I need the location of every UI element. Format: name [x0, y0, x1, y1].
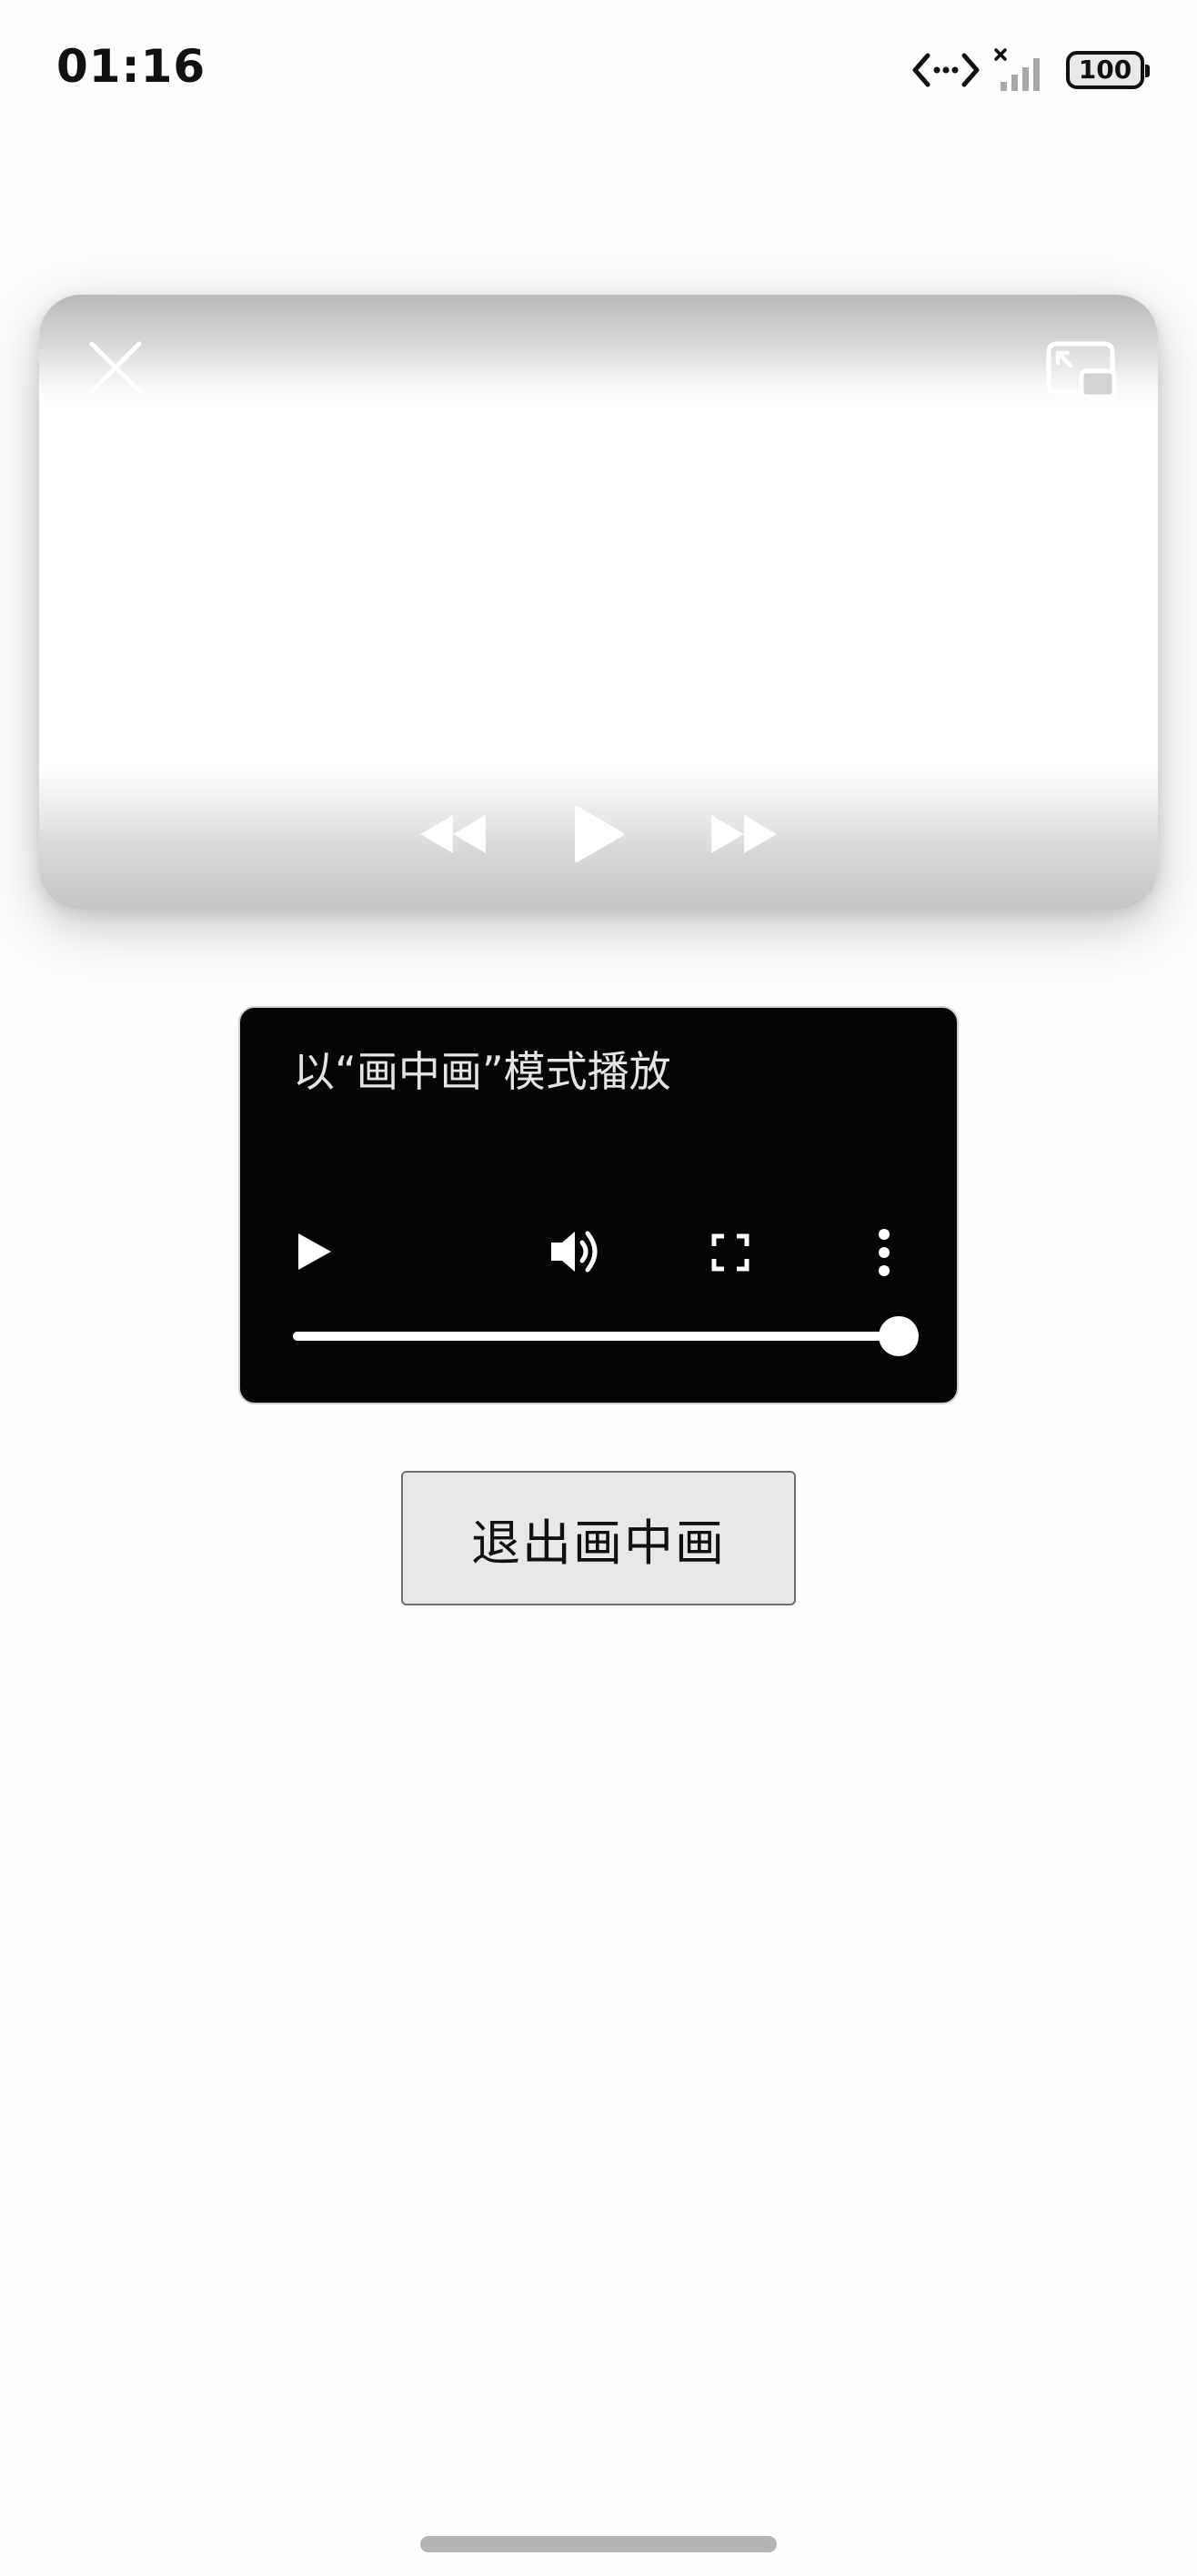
rewind-icon[interactable]	[417, 811, 489, 857]
fullscreen-icon[interactable]	[711, 1233, 749, 1272]
battery-level: 100	[1078, 55, 1132, 85]
volume-icon[interactable]	[548, 1226, 602, 1277]
pip-window[interactable]	[39, 295, 1158, 910]
close-icon[interactable]	[86, 338, 145, 397]
battery-icon: 100	[1066, 51, 1150, 89]
fast-forward-icon[interactable]	[708, 811, 780, 857]
video-title: 以“画中画”模式播放	[293, 1047, 671, 1096]
play-icon[interactable]	[571, 804, 626, 864]
progress-fill	[293, 1332, 899, 1341]
restore-to-app-icon[interactable]	[1045, 340, 1118, 400]
video-player[interactable]: 以“画中画”模式播放	[238, 1006, 959, 1404]
play-icon[interactable]	[295, 1230, 335, 1273]
status-bar: 01:16 100	[0, 0, 1197, 136]
progress-bar[interactable]	[293, 1316, 919, 1356]
data-transfer-icon	[912, 53, 980, 87]
screen: 01:16 100 以“画中画”模式播放 退出画中画	[0, 0, 1197, 2576]
status-time: 01:16	[56, 40, 206, 93]
exit-pip-button[interactable]: 退出画中画	[401, 1471, 796, 1605]
progress-thumb[interactable]	[879, 1316, 919, 1356]
more-options-icon[interactable]	[877, 1228, 891, 1277]
pip-controls	[39, 804, 1158, 864]
status-icons: 100	[911, 47, 1150, 93]
no-sim-signal-icon	[994, 48, 1040, 91]
home-indicator[interactable]	[420, 2536, 777, 2552]
